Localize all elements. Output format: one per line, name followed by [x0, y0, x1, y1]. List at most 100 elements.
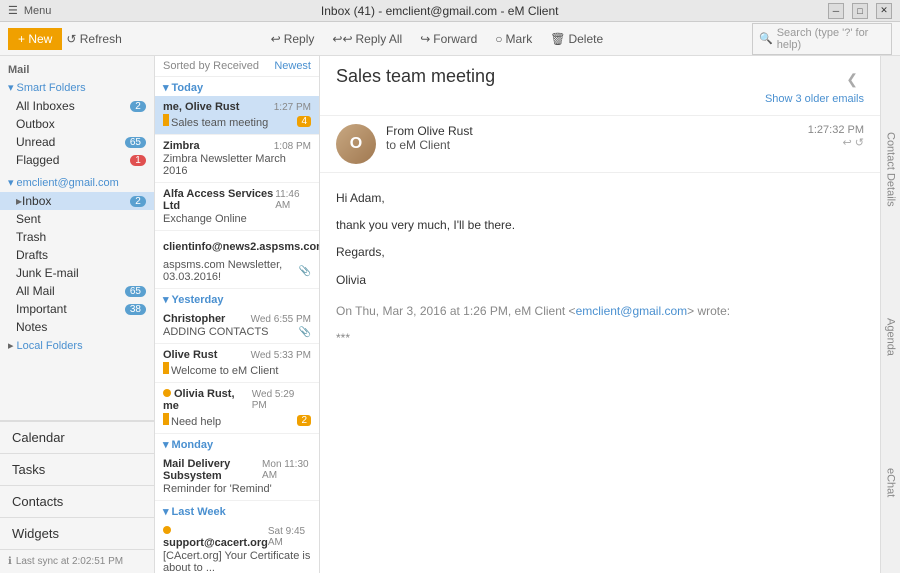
sidebar-nav-widgets[interactable]: Widgets: [0, 517, 154, 549]
sidebar-nav-contacts[interactable]: Contacts: [0, 485, 154, 517]
tag-icon: [163, 413, 169, 425]
sidebar-item-notes[interactable]: Notes: [0, 318, 154, 336]
delete-button[interactable]: 🗑 Delete: [542, 29, 611, 49]
email-item[interactable]: Zimbra 1:08 PM Zimbra Newsletter March 2…: [155, 135, 319, 183]
refresh-button[interactable]: ↺ Refresh: [66, 32, 121, 46]
close-button[interactable]: ✕: [876, 3, 892, 19]
group-today[interactable]: Today: [155, 77, 319, 96]
email-item[interactable]: me, Olive Rust 1:27 PM Sales team meetin…: [155, 96, 319, 135]
sidebar-item-drafts[interactable]: Drafts: [0, 246, 154, 264]
reply-email-link[interactable]: emclient@gmail.com: [576, 304, 688, 318]
email-item[interactable]: support@cacert.org Sat 9:45 AM [CAcert.o…: [155, 520, 319, 573]
contact-details-button[interactable]: Contact Details: [883, 124, 899, 215]
mail-section: Mail Smart Folders All Inboxes 2 Outbox …: [0, 56, 154, 359]
show-older-button[interactable]: Show 3 older emails: [336, 93, 864, 105]
group-last-week-expand-icon: [163, 505, 169, 518]
sidebar-item-unread[interactable]: Unread 65: [0, 133, 154, 151]
smart-folders-expand-icon: [8, 81, 14, 94]
group-monday[interactable]: Monday: [155, 434, 319, 453]
main-content: Mail Smart Folders All Inboxes 2 Outbox …: [0, 56, 900, 573]
local-folders-group[interactable]: Local Folders: [0, 336, 154, 355]
email-subject: Welcome to eM Client: [163, 362, 311, 377]
all-inboxes-badge: 2: [130, 101, 146, 112]
email-quote: On Thu, Mar 3, 2016 at 1:26 PM, eM Clien…: [336, 302, 864, 348]
sidebar-nav-tasks[interactable]: Tasks: [0, 453, 154, 485]
email-from: Mail Delivery Subsystem Mon 11:30 AM: [163, 458, 311, 482]
email-body: Hi Adam, thank you very much, I'll be th…: [320, 173, 880, 573]
smart-folders-group[interactable]: Smart Folders: [0, 78, 154, 97]
menu-icon[interactable]: ☰: [8, 4, 18, 17]
agenda-button[interactable]: Agenda: [883, 310, 899, 364]
sidebar-item-junk[interactable]: Junk E-mail: [0, 264, 154, 282]
email-actions: ↩ Reply ↩↩ Reply All ↪ Forward ○ Mark 🗑 …: [263, 29, 611, 49]
email-item[interactable]: Christopher Wed 6:55 PM ADDING CONTACTS …: [155, 308, 319, 344]
collapse-button[interactable]: ❮: [840, 69, 864, 90]
email-actions-icons: ↩ ↺: [808, 136, 864, 149]
group-last-week[interactable]: Last Week: [155, 501, 319, 520]
flagged-badge: 1: [130, 155, 146, 166]
sidebar-item-sent[interactable]: Sent: [0, 210, 154, 228]
account-group[interactable]: emclient@gmail.com: [0, 173, 154, 192]
email-from-line: From Olive Rust: [386, 124, 798, 138]
email-item[interactable]: clientinfo@news2.aspsms.com 1:23 AM asps…: [155, 231, 319, 289]
email-from: Christopher Wed 6:55 PM: [163, 313, 311, 325]
email-quote-body: ***: [336, 329, 864, 348]
order-label[interactable]: Newest: [274, 60, 311, 72]
title-bar: ☰ Menu Inbox (41) - emclient@gmail.com -…: [0, 0, 900, 22]
group-yesterday[interactable]: Yesterday: [155, 289, 319, 308]
reply-all-button[interactable]: ↩↩ Reply All: [324, 29, 410, 49]
email-subject: Sales team meeting 4: [163, 114, 311, 129]
sidebar-item-trash[interactable]: Trash: [0, 228, 154, 246]
mark-button[interactable]: ○ Mark: [487, 29, 540, 49]
sidebar-nav-calendar[interactable]: Calendar: [0, 421, 154, 453]
email-from-details: From Olive Rust to eM Client: [386, 124, 798, 152]
email-subject: Need help 2: [163, 413, 311, 428]
group-yesterday-expand-icon: [163, 293, 169, 306]
email-quote-header: On Thu, Mar 3, 2016 at 1:26 PM, eM Clien…: [336, 302, 864, 321]
email-count-badge: 4: [297, 116, 311, 127]
minimize-button[interactable]: ─: [828, 3, 844, 19]
sidebar-item-all-inboxes[interactable]: All Inboxes 2: [0, 97, 154, 115]
sidebar-item-outbox[interactable]: Outbox: [0, 115, 154, 133]
email-subject: Exchange Online: [163, 213, 311, 225]
email-from: clientinfo@news2.aspsms.com 1:23 AM: [163, 236, 311, 258]
email-item[interactable]: Olivia Rust, me Wed 5:29 PM Need help 2: [155, 383, 319, 434]
email-item[interactable]: Mail Delivery Subsystem Mon 11:30 AM Rem…: [155, 453, 319, 501]
chat-button[interactable]: eChat: [883, 460, 899, 505]
email-from: support@cacert.org Sat 9:45 AM: [163, 525, 311, 549]
email-body-signature: Olivia: [336, 271, 864, 290]
menu-label: Menu: [24, 5, 52, 17]
tag-orange-icon: [163, 114, 169, 126]
email-subject: [CAcert.org] Your Certificate is about t…: [163, 550, 311, 573]
email-list-header: Sorted by Received Newest: [155, 56, 319, 77]
email-item[interactable]: Olive Rust Wed 5:33 PM Welcome to eM Cli…: [155, 344, 319, 383]
email-subject: aspsms.com Newsletter, 03.03.2016! 📎: [163, 259, 311, 283]
inbox-badge: 2: [130, 196, 146, 207]
email-subject: ADDING CONTACTS 📎: [163, 326, 311, 338]
email-item[interactable]: Alfa Access Services Ltd 11:46 AM Exchan…: [155, 183, 319, 231]
email-list: Sorted by Received Newest Today me, Oliv…: [155, 56, 320, 573]
email-count-badge: 2: [297, 415, 311, 426]
email-view-header: Sales team meeting ❮ Show 3 older emails: [320, 56, 880, 116]
email-subject: Reminder for 'Remind': [163, 483, 311, 495]
email-meta: O From Olive Rust to eM Client 1:27:32 P…: [320, 116, 880, 173]
reply-button[interactable]: ↩ Reply: [263, 29, 323, 49]
new-button[interactable]: + New: [8, 28, 62, 50]
search-box[interactable]: 🔍 Search (type '?' for help): [752, 23, 892, 55]
email-from: Alfa Access Services Ltd 11:46 AM: [163, 188, 311, 212]
forward-button[interactable]: ↪ Forward: [412, 29, 485, 49]
sidebar-item-important[interactable]: Important 38: [0, 300, 154, 318]
sidebar-item-flagged[interactable]: Flagged 1: [0, 151, 154, 169]
reply-icon: ↩: [271, 32, 281, 46]
delete-icon: 🗑: [550, 32, 565, 46]
unread-badge: 65: [125, 137, 146, 148]
window-title: Inbox (41) - emclient@gmail.com - eM Cli…: [321, 4, 559, 18]
email-timestamp: 1:27:32 PM: [808, 124, 864, 136]
sidebar-item-all-mail[interactable]: All Mail 65: [0, 282, 154, 300]
sidebar-item-inbox[interactable]: Inbox 2: [0, 192, 154, 210]
email-from: Zimbra 1:08 PM: [163, 140, 311, 152]
toolbar: + New ↺ Refresh ↩ Reply ↩↩ Reply All ↪ F…: [0, 22, 900, 56]
maximize-button[interactable]: □: [852, 3, 868, 19]
email-view-subject: Sales team meeting: [336, 66, 495, 87]
email-to-line: to eM Client: [386, 138, 798, 152]
